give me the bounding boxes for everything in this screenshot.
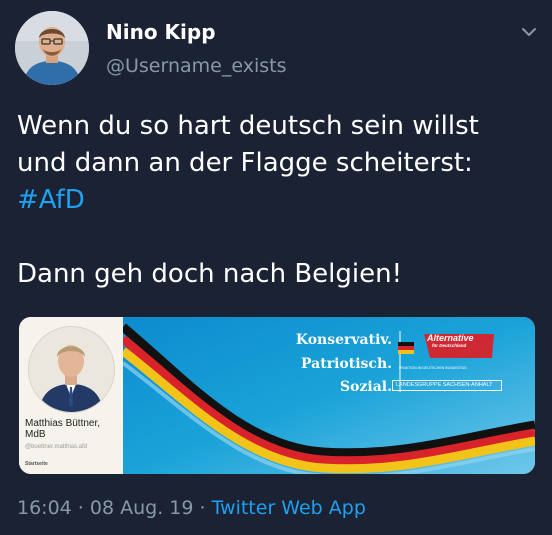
timestamp[interactable]: 16:04 · 08 Aug. 19 · (17, 497, 212, 519)
afd-fraktion-text: FRAKTION IM DEUTSCHEN BUNDESTAG (399, 366, 467, 370)
avatar-photo (15, 11, 89, 85)
display-name[interactable]: Nino Kipp (106, 20, 216, 44)
tweet-text-spacer (17, 219, 537, 256)
chevron-down-icon[interactable] (519, 24, 539, 40)
profile-photo-image (29, 327, 114, 412)
tweet-footer: 16:04 · 08 Aug. 19 · Twitter Web App (17, 497, 366, 519)
tweet-text-line: Wenn du so hart deutsch sein willst (17, 111, 479, 141)
slogan-sozial: Sozial. (340, 379, 392, 395)
hashtag-link[interactable]: #AfD (17, 182, 537, 219)
afd-party-sub: für Deutschland (432, 343, 467, 348)
tweet-text-line: und dann an der Flagge scheiterst: (17, 148, 473, 178)
username[interactable]: @Username_exists (106, 55, 286, 77)
profile-name: Matthias Büttner, MdB (25, 418, 101, 440)
avatar[interactable] (15, 11, 89, 85)
source-app-link[interactable]: Twitter Web App (212, 497, 366, 519)
profile-handle: @buettner.matthias.afd (25, 444, 88, 450)
afd-party-name: Alternative (427, 333, 474, 343)
profile-home-link[interactable]: Startseite (25, 461, 48, 467)
group-label: LANDESGRUPPE SACHSEN-ANHALT (396, 382, 493, 388)
profile-photo (28, 326, 115, 413)
profile-pane: Matthias Büttner, MdB @buettner.matthias… (19, 317, 123, 474)
tweet-text-line: Dann geh doch nach Belgien! (17, 259, 402, 289)
tweet-text: Wenn du so hart deutsch sein willst und … (17, 108, 537, 293)
